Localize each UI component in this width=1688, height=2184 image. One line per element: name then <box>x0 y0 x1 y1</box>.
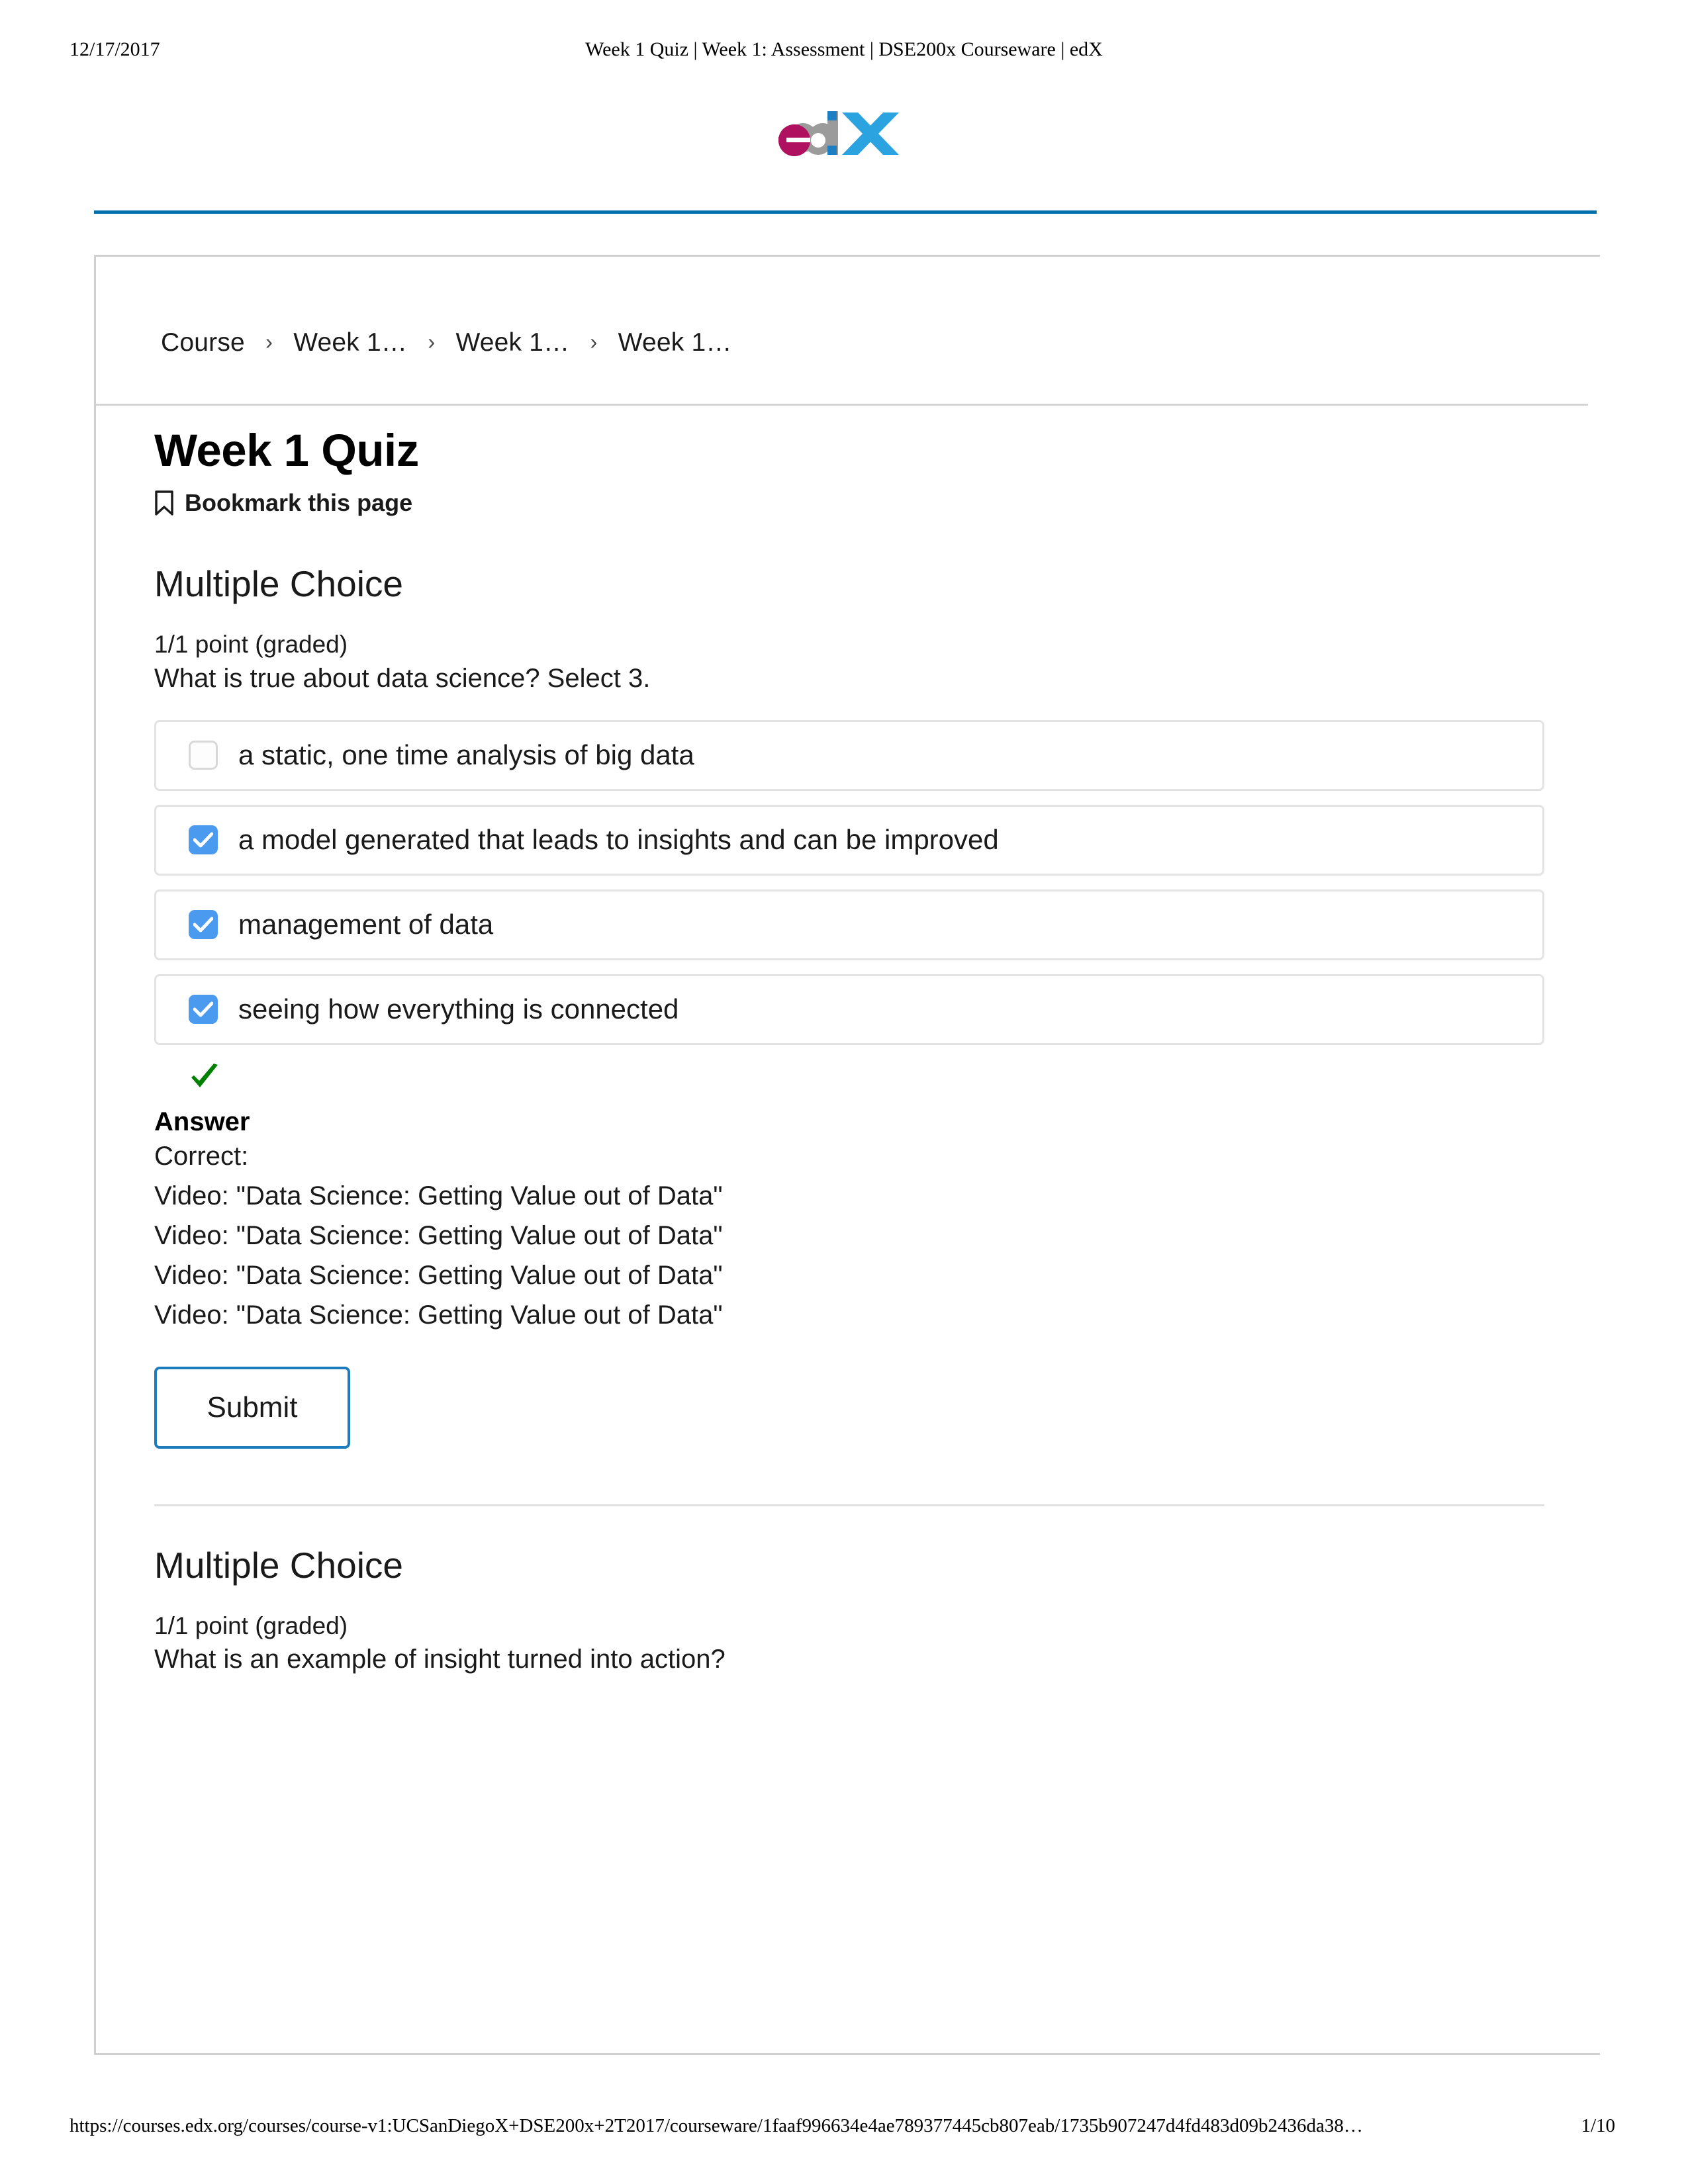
print-footer-url: https://courses.edx.org/courses/course-v… <box>70 2115 1363 2136</box>
option-label: management of data <box>238 909 494 940</box>
option-row[interactable]: a static, one time analysis of big data <box>154 719 1544 791</box>
breadcrumb-item-subsection[interactable]: Week 1… <box>455 328 569 357</box>
question-prompt-2: What is an example of insight turned int… <box>154 1645 726 1674</box>
bookmark-icon <box>154 490 174 516</box>
question-prompt-1: What is true about data science? Select … <box>154 663 651 693</box>
breadcrumb-divider <box>96 404 1588 406</box>
bookmark-label: Bookmark this page <box>185 489 413 516</box>
checkbox-checked-icon[interactable] <box>189 825 218 855</box>
option-row[interactable]: seeing how everything is connected <box>154 974 1544 1045</box>
header-divider <box>94 210 1597 214</box>
question-points-1: 1/1 point (graded) <box>154 631 348 658</box>
question-points-2: 1/1 point (graded) <box>154 1612 348 1639</box>
answer-line: Video: "Data Science: Getting Value out … <box>154 1220 723 1250</box>
print-footer: https://courses.edx.org/courses/course-v… <box>0 2115 1688 2144</box>
bookmark-button[interactable]: Bookmark this page <box>154 489 1558 517</box>
breadcrumb: Course › Week 1… › Week 1… › Week 1… <box>161 328 732 357</box>
answer-line: Correct: <box>154 1141 249 1171</box>
answer-line: Video: "Data Science: Getting Value out … <box>154 1260 723 1290</box>
print-header: 12/17/2017 Week 1 Quiz | Week 1: Assessm… <box>0 38 1688 65</box>
checkbox-checked-icon[interactable] <box>189 910 218 940</box>
print-page-title: Week 1 Quiz | Week 1: Assessment | DSE20… <box>585 38 1103 60</box>
chevron-right-icon: › <box>590 330 598 354</box>
answer-line: Video: "Data Science: Getting Value out … <box>154 1300 723 1330</box>
chevron-right-icon: › <box>265 330 273 354</box>
option-row[interactable]: a model generated that leads to insights… <box>154 804 1544 876</box>
submit-button[interactable]: Submit <box>154 1366 350 1449</box>
check-mark-icon <box>189 1061 220 1093</box>
courseware-card: Course › Week 1… › Week 1… › Week 1… Wee… <box>94 255 1600 2055</box>
question-heading-2: Multiple Choice <box>154 1544 404 1586</box>
print-footer-page-number: 1/10 <box>1581 2115 1615 2136</box>
edx-logo <box>773 110 899 158</box>
answer-options-1: a static, one time analysis of big data … <box>154 719 1558 1045</box>
answer-line: Video: "Data Science: Getting Value out … <box>154 1181 723 1210</box>
breadcrumb-item-section[interactable]: Week 1… <box>293 328 407 357</box>
option-label: a model generated that leads to insights… <box>238 824 999 856</box>
page-title: Week 1 Quiz <box>154 425 419 476</box>
option-label: seeing how everything is connected <box>238 993 679 1025</box>
breadcrumb-item-unit[interactable]: Week 1… <box>618 328 732 357</box>
option-label: a static, one time analysis of big data <box>238 739 694 771</box>
chevron-right-icon: › <box>428 330 436 354</box>
answer-heading: Answer <box>154 1107 250 1136</box>
breadcrumb-item-course[interactable]: Course <box>161 328 245 357</box>
option-row[interactable]: management of data <box>154 889 1544 960</box>
checkbox-unchecked-icon[interactable] <box>189 741 218 770</box>
unit-content: Week 1 Quiz Bookmark this page Multiple … <box>154 428 1558 1677</box>
checkbox-checked-icon[interactable] <box>189 995 218 1024</box>
question-heading-1: Multiple Choice <box>154 563 404 604</box>
